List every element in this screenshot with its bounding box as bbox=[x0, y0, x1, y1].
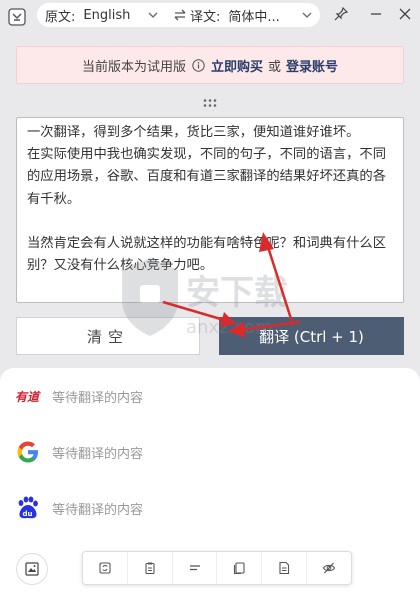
format-button[interactable] bbox=[173, 552, 218, 584]
eye-off-icon bbox=[322, 562, 336, 574]
svg-text:du: du bbox=[23, 510, 33, 518]
copy-button[interactable] bbox=[217, 552, 263, 584]
target-language-select[interactable]: 译文: 简体中... bbox=[173, 3, 280, 27]
chevron-down-icon[interactable] bbox=[301, 9, 313, 21]
language-selector: 原文: English 译文: 简体中... bbox=[37, 3, 320, 27]
clear-button[interactable]: 清空 bbox=[16, 317, 200, 355]
source-language-label: 原文: bbox=[45, 9, 76, 25]
paste-button[interactable] bbox=[262, 552, 308, 584]
copy-icon bbox=[234, 562, 245, 575]
document-icon bbox=[279, 561, 290, 575]
text-lines-icon bbox=[189, 565, 200, 571]
trial-notice: 当前版本为试用版 bbox=[81, 59, 186, 75]
swap-icon[interactable] bbox=[173, 8, 187, 22]
drag-handle-icon[interactable] bbox=[202, 98, 218, 108]
source-text-input[interactable]: 一次翻译，得到多个结果，货比三家，便知道谁好谁坏。 在实际使用中我也确实发现，不… bbox=[16, 117, 404, 303]
close-icon[interactable] bbox=[397, 6, 413, 22]
svg-text:有道: 有道 bbox=[15, 390, 41, 404]
info-icon bbox=[192, 58, 205, 72]
app-logo-icon bbox=[8, 8, 26, 26]
hide-button[interactable] bbox=[307, 552, 351, 584]
target-language-value: 简体中... bbox=[228, 9, 280, 25]
refresh-button[interactable] bbox=[83, 552, 128, 584]
buy-now-link[interactable]: 立即购买 bbox=[211, 56, 263, 75]
result-row-youdao[interactable]: 有道 等待翻译的内容 bbox=[0, 376, 420, 416]
screenshot-translate-button[interactable] bbox=[16, 553, 48, 585]
clipboard-button[interactable] bbox=[128, 552, 173, 584]
minimize-icon[interactable] bbox=[368, 6, 384, 22]
result-text-youdao: 等待翻译的内容 bbox=[52, 390, 144, 406]
baidu-icon: du bbox=[18, 496, 38, 519]
result-row-google[interactable]: 等待翻译的内容 bbox=[0, 432, 420, 472]
login-link[interactable]: 登录账号 bbox=[286, 56, 338, 75]
title-bar: 原文: English 译文: 简体中... bbox=[0, 0, 420, 30]
target-language-label: 译文: bbox=[190, 9, 221, 25]
result-text-google: 等待翻译的内容 bbox=[52, 446, 144, 462]
source-language-select[interactable]: 原文: English bbox=[45, 3, 130, 27]
result-row-baidu[interactable]: du 等待翻译的内容 bbox=[0, 488, 420, 528]
screenshot-icon bbox=[25, 562, 39, 576]
trial-banner: 当前版本为试用版 立即购买 或 登录账号 bbox=[16, 46, 404, 84]
clipboard-icon bbox=[145, 562, 155, 575]
refresh-icon bbox=[99, 562, 111, 574]
google-icon bbox=[17, 441, 38, 463]
bottom-toolbar bbox=[82, 551, 352, 585]
youdao-icon: 有道 bbox=[15, 390, 41, 404]
translate-button[interactable]: 翻译 (Ctrl + 1) bbox=[219, 317, 404, 355]
source-language-value: English bbox=[83, 7, 131, 23]
pin-icon[interactable] bbox=[333, 6, 349, 22]
chevron-down-icon[interactable] bbox=[147, 9, 159, 21]
trial-or-text: 或 bbox=[268, 59, 282, 75]
result-text-baidu: 等待翻译的内容 bbox=[52, 502, 144, 518]
